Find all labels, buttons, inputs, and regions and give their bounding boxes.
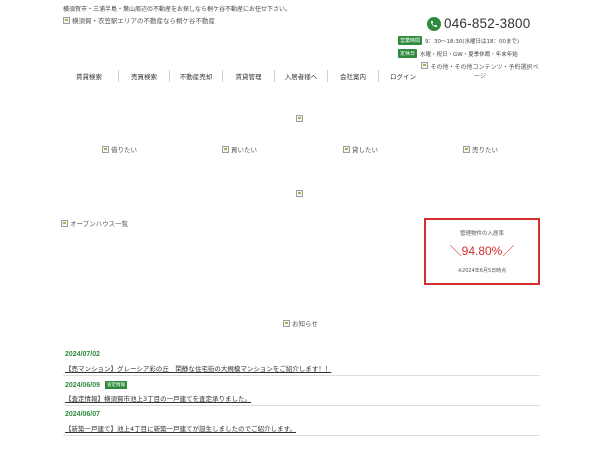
broken-image-icon — [343, 145, 350, 153]
openhouse-link[interactable]: オープンハウス一覧 — [61, 218, 128, 228]
category-label: 貸したい — [352, 146, 378, 154]
banner-image-icon — [296, 190, 303, 197]
news-title-link[interactable]: 【売マンション】グレーシア彩の丘 閑静な住宅街の大規模マンションをご紹介します！… — [65, 363, 331, 373]
news-divider — [63, 405, 540, 406]
news-item: 2024/07/02 【売マンション】グレーシア彩の丘 閑静な住宅街の大規模マン… — [63, 350, 540, 380]
closed-days: 定休日 水曜・祝日・GW・夏季休暇・年末年始 — [398, 49, 518, 58]
main-navigation: 賃貸検索 売買検索 不動産売却 賃貸管理 入居者様へ 会社案内 ログイン — [60, 70, 427, 82]
occupancy-date: ※2024年6月5日時点 — [457, 268, 507, 274]
category-label: 売りたい — [472, 146, 498, 154]
category-lease[interactable]: 貸したい — [343, 144, 378, 154]
news-heading-label: お知らせ — [292, 320, 318, 328]
broken-image-icon — [421, 62, 429, 69]
nav-rent-search[interactable]: 賃貸検索 — [60, 71, 118, 81]
nav-for-residents[interactable]: 入居者様へ — [275, 71, 327, 81]
news-date: 2024/07/02 — [65, 351, 101, 358]
category-rent[interactable]: 借りたい — [102, 144, 137, 154]
banner-image-icon — [296, 115, 303, 122]
nav-sale-search[interactable]: 売買検索 — [119, 71, 169, 81]
phone-contact[interactable]: 046-852-3800 — [427, 16, 530, 31]
news-title-link[interactable]: 【査定情報】横須賀市池上3丁目の一戸建てを査定承りました。 — [65, 393, 251, 403]
nav-rental-management[interactable]: 賃貸管理 — [223, 71, 274, 81]
news-date-row: 2024/06/09 査定情報 — [65, 381, 128, 389]
news-divider — [63, 435, 540, 436]
broken-image-icon — [63, 16, 70, 24]
news-date: 2024/06/09 — [65, 381, 101, 389]
broken-image-icon — [61, 219, 68, 227]
nav-company-info[interactable]: 会社案内 — [328, 71, 378, 81]
phone-icon — [427, 16, 441, 31]
category-label: 買いたい — [231, 146, 257, 154]
site-tagline: 横須賀市・三浦半島・葉山周辺の不動産をお探しなら桐ケ谷不動産にお任せ下さい。 — [63, 6, 292, 13]
logo-alt-text: 横須賀・衣笠駅エリアの不動産なら桐ケ谷不動産 — [72, 17, 215, 25]
closed-text: 水曜・祝日・GW・夏季休暇・年末年始 — [420, 51, 518, 58]
broken-image-icon — [222, 145, 229, 153]
business-hours: 営業時間 9：30〜18:30(水曜日は18：00まで) — [398, 36, 519, 45]
news-item: 2024/06/09 査定情報 【査定情報】横須賀市池上3丁目の一戸建てを査定承… — [63, 380, 540, 410]
category-buy[interactable]: 買いたい — [222, 144, 257, 154]
occupancy-title: 管理物件の入居率 — [459, 231, 504, 237]
nav-property-sell[interactable]: 不動産売却 — [170, 71, 222, 81]
openhouse-label: オープンハウス一覧 — [70, 220, 129, 228]
news-divider — [63, 375, 540, 376]
news-title-link[interactable]: 【新築一戸建て】池上4丁目に新築一戸建てが誕生しましたのでご紹介します。 — [65, 423, 296, 433]
occupancy-value: ＼94.80%／ — [449, 244, 515, 258]
nav-login[interactable]: ログイン — [379, 71, 427, 81]
news-list: 2024/07/02 【売マンション】グレーシア彩の丘 閑静な住宅街の大規模マン… — [63, 350, 540, 440]
occupancy-rate-box: 管理物件の入居率 ＼94.80%／ ※2024年6月5日時点 — [424, 218, 540, 285]
nav-extra-text: その他・その他コンテンツ・予約選択ページ — [430, 64, 539, 80]
site-logo[interactable]: 横須賀・衣笠駅エリアの不動産なら桐ケ谷不動産 — [63, 15, 215, 25]
category-sell[interactable]: 売りたい — [463, 144, 498, 154]
news-date: 2024/06/07 — [65, 411, 101, 418]
broken-image-icon — [102, 145, 109, 153]
hours-text: 9：30〜18:30(水曜日は18：00まで) — [425, 38, 520, 45]
news-item: 2024/06/07 【新築一戸建て】池上4丁目に新築一戸建てが誕生しましたので… — [63, 410, 540, 440]
news-category-badge: 査定情報 — [105, 381, 128, 389]
category-label: 借りたい — [111, 146, 137, 154]
phone-number: 046-852-3800 — [444, 16, 531, 31]
news-heading: お知らせ — [283, 318, 318, 328]
broken-image-icon — [463, 145, 470, 153]
nav-extra-link[interactable]: その他・その他コンテンツ・予約選択ページ — [421, 62, 539, 81]
broken-image-icon — [283, 319, 290, 327]
hours-badge: 営業時間 — [398, 36, 423, 45]
closed-badge: 定休日 — [398, 49, 418, 58]
